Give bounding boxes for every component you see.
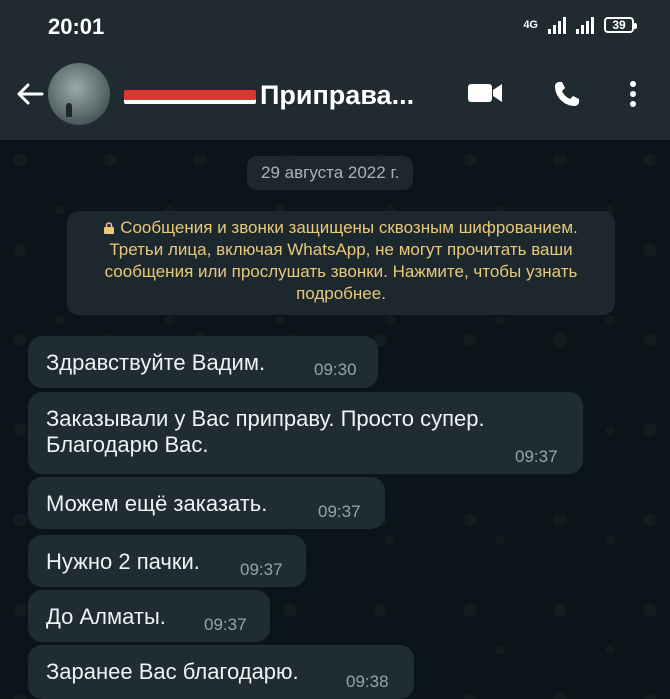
chat-screen: 20:01 4G 39 Приправа... 29 августа 2022 … — [0, 0, 670, 699]
message-bubble[interactable]: Заранее Вас благодарю. 09:38 — [28, 645, 414, 699]
message-time: 09:30 — [314, 360, 357, 379]
date-chip: 29 августа 2022 г. — [247, 156, 414, 190]
signal-icon — [548, 16, 566, 34]
more-vert-icon[interactable] — [628, 78, 638, 110]
video-call-icon[interactable] — [466, 78, 504, 108]
message-bubble[interactable]: Можем ещё заказать. 09:37 — [28, 477, 385, 529]
message-time: 09:37 — [240, 560, 283, 579]
chat-area[interactable]: 29 августа 2022 г. Сообщения и звонки за… — [0, 140, 670, 699]
message-text: До Алматы. — [46, 604, 166, 629]
message-bubble[interactable]: Нужно 2 пачки. 09:37 — [28, 535, 306, 587]
contact-name[interactable]: Приправа... — [124, 80, 414, 111]
back-arrow-icon[interactable] — [14, 78, 46, 110]
status-time: 20:01 — [48, 14, 105, 39]
contact-name-text: Приправа... — [260, 80, 415, 110]
message-time: 09:37 — [204, 615, 247, 634]
message-bubble[interactable]: Здравствуйте Вадим. 09:30 — [28, 336, 378, 388]
chat-header: Приправа... — [0, 54, 670, 140]
status-indicators: 4G 39 — [523, 16, 637, 34]
battery-level: 39 — [612, 18, 626, 32]
battery-icon: 39 — [604, 17, 637, 33]
signal-icon-2 — [576, 16, 594, 34]
message-text: Нужно 2 пачки. — [46, 549, 200, 574]
lock-icon — [104, 222, 115, 234]
message-bubble[interactable]: До Алматы. 09:37 — [28, 590, 270, 642]
message-time: 09:37 — [515, 447, 558, 466]
message-text: Заказывали у Вас приправу. Просто супер.… — [46, 406, 485, 457]
message-time: 09:38 — [346, 672, 389, 691]
encryption-notice-text: Сообщения и звонки защищены сквозным шиф… — [104, 218, 578, 303]
message-text: Здравствуйте Вадим. — [46, 350, 266, 375]
message-text: Можем ещё заказать. — [46, 491, 268, 516]
message-text: Заранее Вас благодарю. — [46, 659, 299, 684]
network-type-label: 4G — [523, 19, 538, 31]
encryption-notice[interactable]: Сообщения и звонки защищены сквозным шиф… — [67, 211, 615, 315]
message-time: 09:37 — [318, 502, 361, 521]
redaction-mark — [124, 89, 256, 104]
phone-icon[interactable] — [551, 78, 583, 110]
message-bubble[interactable]: Заказывали у Вас приправу. Просто супер.… — [28, 392, 583, 474]
status-bar: 20:01 4G 39 — [0, 0, 670, 54]
avatar-figure — [66, 103, 72, 117]
contact-avatar[interactable] — [48, 63, 110, 125]
